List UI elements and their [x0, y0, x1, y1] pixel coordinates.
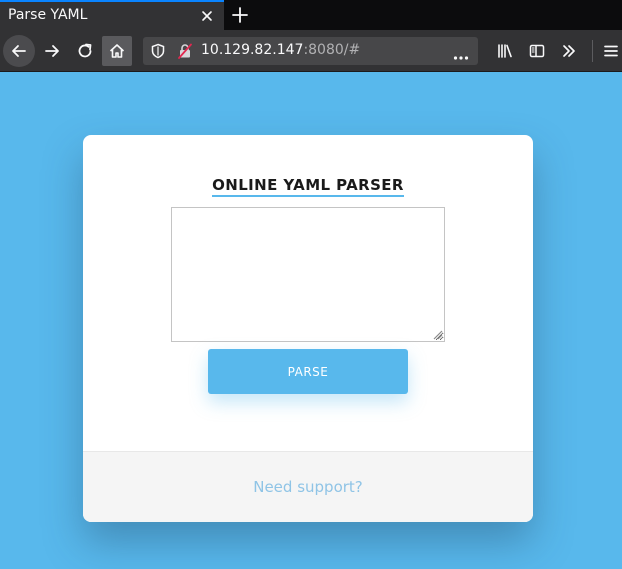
url-host: 10.129.82.147 — [201, 42, 304, 58]
chevron-double-right-icon — [563, 45, 575, 57]
url-port-path: :8080/# — [303, 42, 361, 58]
tab-title: Parse YAML — [8, 7, 88, 23]
home-button[interactable] — [102, 36, 132, 66]
insecure-lock-icon[interactable] — [177, 43, 193, 63]
sidebar-icon — [529, 44, 545, 58]
card-footer: Need support? — [83, 451, 533, 522]
address-bar[interactable]: 10.129.82.147:8080/# — [143, 37, 478, 65]
reload-icon — [78, 43, 92, 58]
arrow-right-icon — [45, 45, 59, 57]
page-title: ONLINE YAML PARSER — [212, 176, 404, 197]
forward-button[interactable] — [37, 36, 67, 66]
need-support-link[interactable]: Need support? — [253, 478, 363, 496]
back-button[interactable] — [3, 35, 35, 67]
close-tab-icon[interactable] — [199, 8, 215, 24]
reload-button[interactable] — [70, 36, 100, 66]
shield-icon[interactable] — [151, 43, 165, 63]
sidebar-button[interactable] — [522, 36, 552, 66]
ellipsis-icon[interactable] — [453, 46, 469, 65]
tab-strip: Parse YAML — [0, 0, 622, 30]
parse-button[interactable]: PARSE — [208, 349, 408, 394]
main-menu-button[interactable] — [596, 36, 622, 66]
url-text[interactable]: 10.129.82.147:8080/# — [201, 42, 360, 58]
page-title-wrap: ONLINE YAML PARSER — [83, 175, 533, 197]
toolbar-separator — [592, 40, 593, 62]
parser-card: ONLINE YAML PARSER PARSE Need support? — [83, 135, 533, 522]
yaml-input[interactable] — [171, 207, 445, 342]
home-icon — [109, 44, 125, 58]
tab-parse-yaml[interactable]: Parse YAML — [0, 0, 224, 30]
overflow-menu-button[interactable] — [554, 36, 584, 66]
arrow-left-icon — [12, 45, 26, 57]
hamburger-menu-icon — [604, 45, 618, 57]
navigation-toolbar: 10.129.82.147:8080/# — [0, 30, 622, 72]
new-tab-icon[interactable] — [230, 5, 250, 25]
library-icon — [498, 44, 512, 58]
library-button[interactable] — [490, 36, 520, 66]
